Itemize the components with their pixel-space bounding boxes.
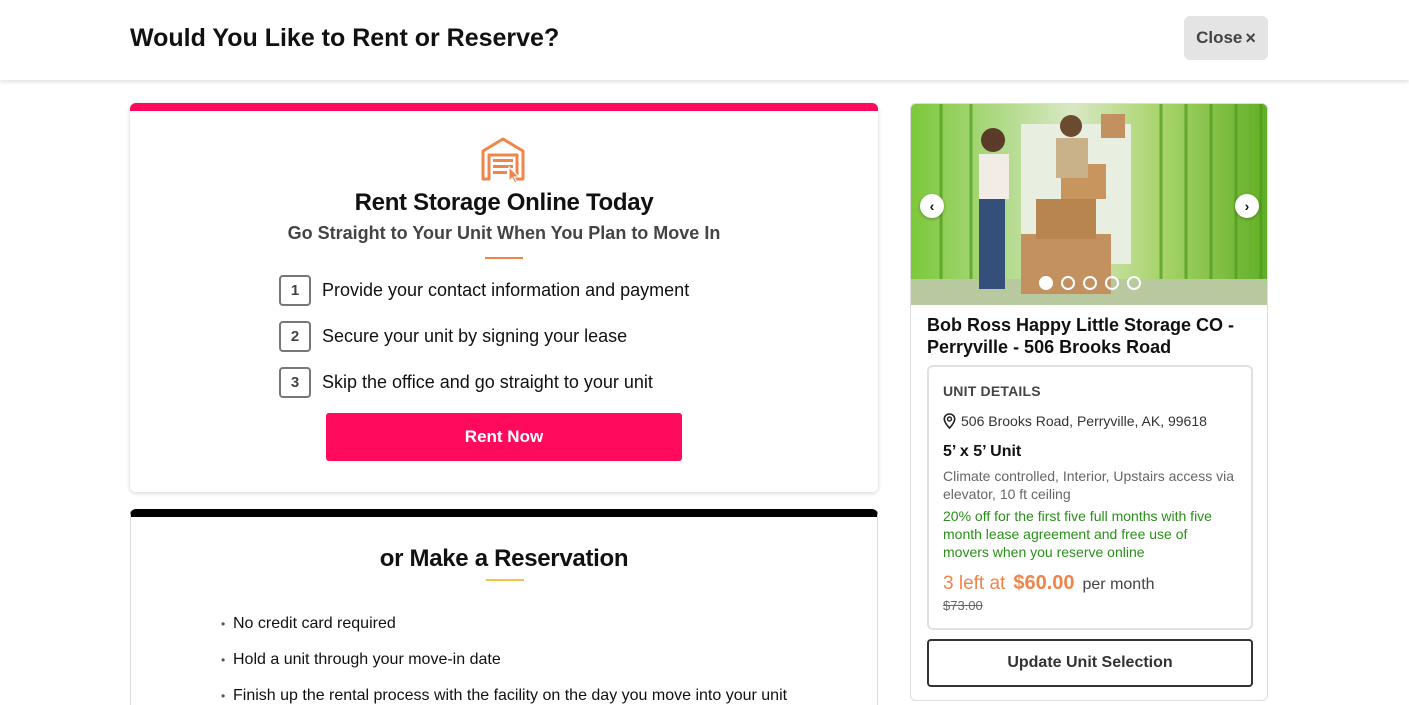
divider bbox=[485, 257, 523, 259]
original-price: $73.00 bbox=[943, 598, 983, 613]
list-item: • Finish up the rental process with the f… bbox=[221, 678, 787, 705]
carousel-dots bbox=[1039, 276, 1141, 290]
step-number: 3 bbox=[279, 367, 311, 398]
promo-text: 20% off for the first five full months w… bbox=[943, 508, 1212, 560]
rent-online-card: Rent Storage Online Today Go Straight to… bbox=[130, 103, 878, 492]
step-text: Skip the office and go straight to your … bbox=[322, 372, 653, 392]
unit-details-label: UNIT DETAILS bbox=[943, 383, 1041, 399]
carousel-prev-button[interactable]: ‹ bbox=[920, 194, 944, 218]
step-text: Provide your contact information and pay… bbox=[322, 280, 690, 300]
storage-unit-click-icon bbox=[481, 137, 525, 183]
location-pin-icon bbox=[943, 413, 956, 429]
availability-count: 3 left at bbox=[943, 573, 1006, 594]
step-item: 1 Provide your contact information and p… bbox=[279, 275, 689, 306]
close-icon: × bbox=[1245, 28, 1256, 48]
price-period: per month bbox=[1082, 576, 1155, 593]
unit-price: $60.00 bbox=[1013, 572, 1075, 594]
carousel-dot[interactable] bbox=[1105, 276, 1119, 290]
unit-details-box: UNIT DETAILS 506 Brooks Road, Perryville… bbox=[927, 365, 1253, 630]
facility-photo bbox=[911, 104, 1267, 305]
reservation-bullets: • No credit card required • Hold a unit th… bbox=[221, 606, 787, 705]
facility-photo-carousel: ‹ › bbox=[911, 104, 1267, 305]
step-number: 2 bbox=[279, 321, 311, 352]
list-item: • No credit card required bbox=[221, 606, 787, 642]
reservation-title: or Make a Reservation bbox=[379, 545, 629, 572]
carousel-dot[interactable] bbox=[1061, 276, 1075, 290]
address-text: 506 Brooks Road, Perryville, AK, 99618 bbox=[961, 413, 1207, 429]
unit-features: Climate controlled, Interior, Upstairs a… bbox=[943, 468, 1234, 502]
step-item: 2 Secure your unit by signing your lease bbox=[279, 321, 689, 352]
step-number: 1 bbox=[279, 275, 311, 306]
facility-address: 506 Brooks Road, Perryville, AK, 99618 bbox=[943, 413, 1207, 429]
reservation-card: or Make a Reservation • No credit card re… bbox=[130, 509, 878, 705]
carousel-dot[interactable] bbox=[1039, 276, 1053, 290]
step-text: Secure your unit by signing your lease bbox=[322, 326, 628, 346]
bullet-text: No credit card required bbox=[233, 615, 396, 632]
rent-subtitle: Go Straight to Your Unit When You Plan t… bbox=[287, 223, 721, 243]
bullet-icon: • bbox=[221, 689, 226, 703]
unit-size: 5’ x 5’ Unit bbox=[943, 443, 1022, 460]
close-button[interactable]: Close × bbox=[1184, 16, 1268, 60]
rent-steps-list: 1 Provide your contact information and p… bbox=[279, 275, 689, 413]
carousel-next-button[interactable]: › bbox=[1235, 194, 1259, 218]
bullet-text: Finish up the rental process with the fa… bbox=[233, 687, 788, 704]
rent-title: Rent Storage Online Today bbox=[354, 189, 654, 216]
bullet-icon: • bbox=[221, 617, 226, 631]
divider bbox=[486, 579, 524, 581]
modal-header: Would You Like to Rent or Reserve? Close… bbox=[0, 0, 1409, 80]
rent-now-button[interactable]: Rent Now bbox=[326, 413, 682, 461]
price-line: 3 left at $60.00 per month bbox=[943, 572, 1155, 595]
facility-summary-card: ‹ › Bob Ross Happy Little Storage CO - P… bbox=[910, 103, 1268, 701]
bullet-text: Hold a unit through your move-in date bbox=[233, 651, 501, 668]
list-item: • Hold a unit through your move-in date bbox=[221, 642, 787, 678]
facility-name: Bob Ross Happy Little Storage CO - Perry… bbox=[927, 315, 1235, 357]
carousel-dot[interactable] bbox=[1083, 276, 1097, 290]
carousel-dot[interactable] bbox=[1127, 276, 1141, 290]
step-item: 3 Skip the office and go straight to you… bbox=[279, 367, 689, 398]
bullet-icon: • bbox=[221, 653, 226, 667]
update-unit-selection-button[interactable]: Update Unit Selection bbox=[927, 639, 1253, 687]
modal-title: Would You Like to Rent or Reserve? bbox=[130, 24, 560, 52]
close-label: Close bbox=[1196, 28, 1243, 47]
